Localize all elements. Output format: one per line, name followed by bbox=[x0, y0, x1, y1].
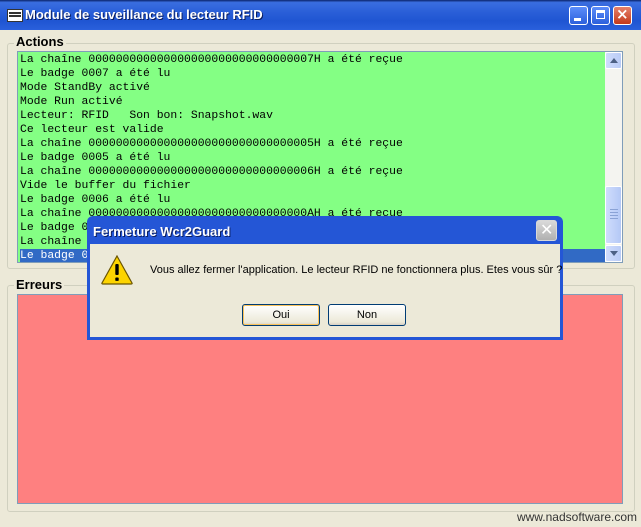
list-item[interactable]: Mode Run activé bbox=[20, 95, 606, 109]
scroll-thumb[interactable] bbox=[605, 186, 622, 244]
list-item[interactable]: Le badge 0007 a été lu bbox=[20, 67, 606, 81]
list-item[interactable]: Vide le buffer du fichier bbox=[20, 179, 606, 193]
non-button[interactable]: Non bbox=[328, 304, 406, 326]
dialog-title: Fermeture Wcr2Guard bbox=[93, 224, 231, 239]
list-item[interactable]: Mode StandBy activé bbox=[20, 81, 606, 95]
window-title: Module de suveillance du lecteur RFID bbox=[25, 7, 263, 22]
dialog-body: Vous allez fermer l'application. Le lect… bbox=[90, 244, 563, 337]
list-item[interactable]: Le badge 0006 a été lu bbox=[20, 193, 606, 207]
list-item[interactable]: La chaîne 000000000000000000000000000000… bbox=[20, 53, 606, 67]
list-item[interactable]: La chaîne 000000000000000000000000000000… bbox=[20, 165, 606, 179]
minimize-button[interactable] bbox=[569, 6, 588, 25]
watermark: www.nadsoftware.com bbox=[516, 510, 637, 524]
minimize-icon bbox=[574, 18, 581, 21]
list-item[interactable]: Le badge 0005 a été lu bbox=[20, 151, 606, 165]
actions-scrollbar[interactable] bbox=[605, 52, 622, 262]
close-button[interactable]: × bbox=[613, 5, 632, 25]
erreurs-label: Erreurs bbox=[14, 277, 65, 292]
scroll-up-button[interactable] bbox=[605, 52, 622, 69]
actions-label: Actions bbox=[14, 34, 66, 49]
oui-button[interactable]: Oui bbox=[242, 304, 320, 326]
confirm-dialog: Fermeture Wcr2Guard ✕ Vous allez fermer … bbox=[87, 216, 563, 340]
title-bar[interactable]: Module de suveillance du lecteur RFID × bbox=[0, 0, 641, 30]
close-icon: × bbox=[616, 5, 629, 23]
arrow-up-icon bbox=[610, 58, 618, 63]
dialog-close-button[interactable]: ✕ bbox=[536, 220, 557, 241]
maximize-icon bbox=[596, 10, 605, 19]
scroll-down-button[interactable] bbox=[605, 245, 622, 262]
dialog-message: Vous allez fermer l'application. Le lect… bbox=[150, 264, 563, 276]
list-item[interactable]: Lecteur: RFID Son bon: Snapshot.wav bbox=[20, 109, 606, 123]
grip-icon bbox=[610, 209, 618, 210]
maximize-button[interactable] bbox=[591, 6, 610, 25]
window-menu-icon[interactable] bbox=[7, 9, 23, 22]
close-icon: ✕ bbox=[540, 220, 554, 239]
arrow-down-icon bbox=[610, 251, 618, 256]
list-item[interactable]: Ce lecteur est valide bbox=[20, 123, 606, 137]
list-item[interactable]: La chaîne 000000000000000000000000000000… bbox=[20, 137, 606, 151]
warning-icon bbox=[101, 255, 133, 285]
